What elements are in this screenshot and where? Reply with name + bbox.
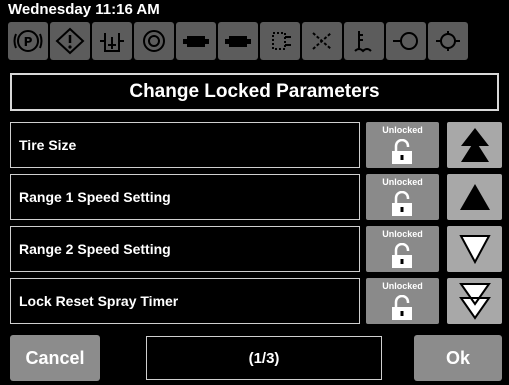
fuel-filter-icon: [302, 22, 342, 60]
lock-status-label: Unlocked: [382, 125, 423, 135]
param-row-lock-reset-spray-timer[interactable]: Lock Reset Spray Timer: [10, 278, 360, 324]
param-row-range-1-speed[interactable]: Range 1 Speed Setting: [10, 174, 360, 220]
page-up-icon: [460, 128, 489, 162]
lock-toggle-button[interactable]: Unlocked: [366, 122, 439, 168]
page-down-icon: [458, 283, 491, 320]
scroll-up-button[interactable]: [447, 174, 502, 220]
svg-text:P: P: [24, 35, 33, 49]
lock-toggle-button[interactable]: Unlocked: [366, 226, 439, 272]
coolant-level-icon: [92, 22, 132, 60]
battery-alt-icon: [218, 22, 258, 60]
brake-fault-icon: [134, 22, 174, 60]
page-indicator: (1/3): [146, 336, 382, 380]
warning-icon: [50, 22, 90, 60]
parking-brake-icon: P: [8, 22, 48, 60]
oil-pressure-icon: [428, 22, 468, 60]
coolant-temp-icon: [344, 22, 384, 60]
ok-label: Ok: [445, 347, 470, 368]
warning-icon-row: P: [8, 22, 509, 62]
battery-icon: [176, 22, 216, 60]
oil-level-icon: [386, 22, 426, 60]
filter-icon: [260, 22, 300, 60]
scroll-up-icon: [459, 184, 490, 210]
param-row-range-2-speed[interactable]: Range 2 Speed Setting: [10, 226, 360, 272]
page-down-button[interactable]: [447, 278, 502, 324]
padlock-open-icon: [392, 243, 412, 268]
lock-toggle-button[interactable]: Unlocked: [366, 174, 439, 220]
param-label: Tire Size: [19, 137, 77, 153]
scroll-down-button[interactable]: [447, 226, 502, 272]
page-up-button[interactable]: [447, 122, 502, 168]
padlock-open-icon: [392, 191, 412, 216]
padlock-open-icon: [392, 295, 412, 320]
lock-status-label: Unlocked: [382, 281, 423, 291]
padlock-open-icon: [392, 139, 412, 164]
scroll-down-icon: [458, 235, 491, 265]
page-title: Change Locked Parameters: [129, 81, 380, 102]
status-bar: Wednesday 11:16 AM: [0, 0, 509, 22]
cancel-label: Cancel: [25, 347, 85, 368]
date-time: Wednesday 11:16 AM: [8, 1, 160, 18]
param-label: Range 1 Speed Setting: [19, 189, 171, 205]
page-title-box: Change Locked Parameters: [10, 73, 499, 111]
lock-toggle-button[interactable]: Unlocked: [366, 278, 439, 324]
cancel-button[interactable]: Cancel: [10, 335, 100, 381]
param-label: Range 2 Speed Setting: [19, 241, 171, 257]
ok-button[interactable]: Ok: [414, 335, 502, 381]
lock-status-label: Unlocked: [382, 229, 423, 239]
page-indicator-text: (1/3): [248, 349, 280, 367]
lock-status-label: Unlocked: [382, 177, 423, 187]
param-row-tire-size[interactable]: Tire Size: [10, 122, 360, 168]
param-label: Lock Reset Spray Timer: [19, 293, 179, 309]
